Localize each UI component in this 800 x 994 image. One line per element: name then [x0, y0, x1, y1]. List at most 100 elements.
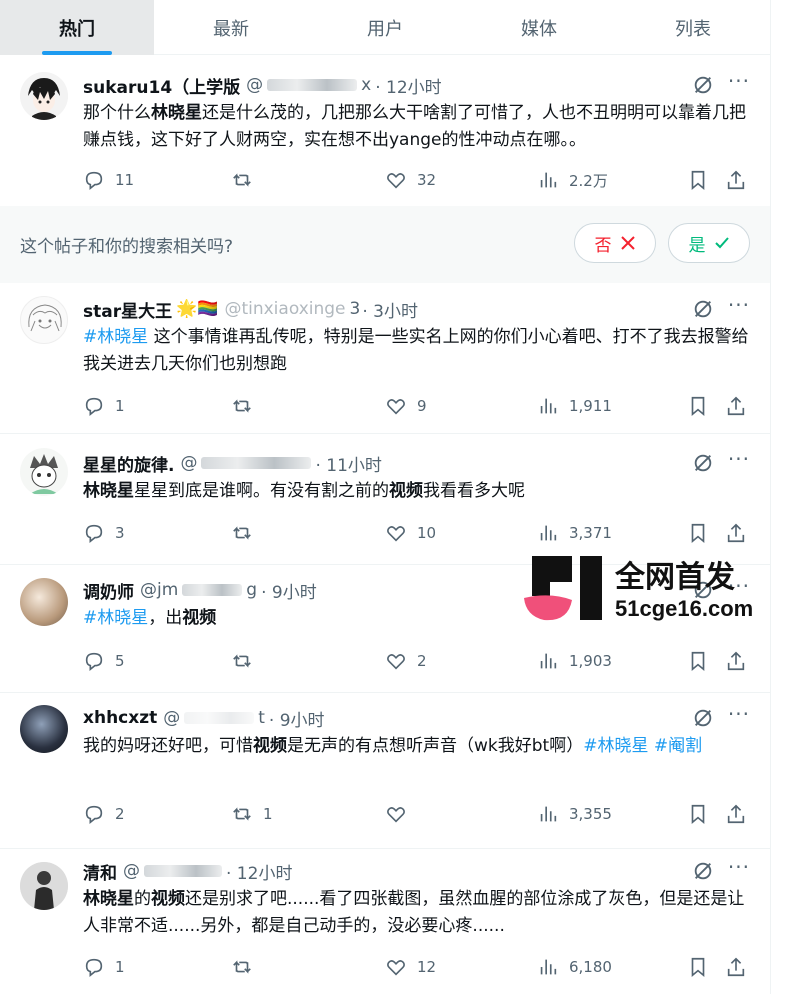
like-button[interactable]: 10 [385, 520, 436, 546]
more-icon[interactable]: ··· [728, 704, 750, 727]
bookmark-icon [691, 396, 705, 417]
reply-button[interactable]: 1 [83, 393, 125, 419]
repost-button[interactable] [231, 393, 263, 419]
more-icon[interactable]: ··· [728, 295, 750, 318]
share-button[interactable] [725, 520, 757, 546]
survey-no-button[interactable]: 否 [574, 223, 656, 263]
handle[interactable]: @ [163, 708, 180, 728]
like-button[interactable]: 12 [385, 954, 436, 980]
bookmark-button[interactable] [687, 520, 719, 546]
reply-count: 3 [115, 524, 125, 542]
tab-label: 列表 [675, 18, 711, 40]
timestamp[interactable]: · 9小时 [261, 578, 317, 603]
views-button[interactable]: 3,371 [537, 520, 612, 546]
bookmark-button[interactable] [687, 393, 719, 419]
like-button[interactable]: 9 [385, 393, 427, 419]
timestamp[interactable]: · 3小时 [362, 297, 418, 322]
handle[interactable]: @ [246, 75, 263, 95]
tab-users[interactable]: 用户 [308, 0, 462, 55]
avatar[interactable] [20, 72, 68, 120]
post-text: 林晓星星星到底是谁啊。有没有割之前的视频我看看多大呢 [83, 478, 750, 505]
handle[interactable]: @jm [140, 580, 178, 600]
reply-button[interactable]: 1 [83, 954, 125, 980]
post[interactable]: sukaru14（上学版 @ x · 12小时 ··· 那个什么林晓星还是什么茂的… [0, 55, 770, 206]
share-button[interactable] [725, 167, 757, 193]
post-header: xhhcxzt @ t · 9小时 ··· [83, 704, 750, 731]
timestamp[interactable]: · 12小时 [226, 859, 292, 884]
survey-no-label: 否 [594, 235, 612, 256]
like-button[interactable] [385, 801, 417, 827]
handle[interactable]: @tinxiaoxinge [224, 299, 345, 319]
repost-icon [233, 399, 251, 413]
repost-button[interactable] [231, 167, 263, 193]
repost-button[interactable]: 1 [231, 801, 273, 827]
hashtag-link[interactable]: #阉割 [654, 736, 702, 756]
post[interactable]: star星大王 🌟🏳️‍🌈 @tinxiaoxinge 3 · 3小时 ··· … [0, 283, 770, 433]
hashtag-link[interactable]: #林晓星 [583, 736, 648, 756]
post[interactable]: 星星的旋律. @ · 11小时 ··· 林晓星星星到底是谁啊。有没有割之前的视频… [0, 434, 770, 564]
grok-icon[interactable] [692, 74, 714, 96]
hashtag-link[interactable]: #林晓星 [83, 608, 148, 628]
share-button[interactable] [725, 801, 757, 827]
repost-icon [233, 960, 251, 974]
like-button[interactable]: 32 [385, 167, 436, 193]
views-button[interactable]: 6,180 [537, 954, 612, 980]
tab-lists[interactable]: 列表 [616, 0, 770, 55]
share-button[interactable] [725, 648, 757, 674]
views-button[interactable]: 3,355 [537, 801, 612, 827]
more-icon[interactable]: ··· [728, 449, 750, 472]
share-button[interactable] [725, 393, 757, 419]
reply-button[interactable]: 5 [83, 648, 125, 674]
avatar[interactable] [20, 296, 68, 344]
display-name[interactable]: 清和 [83, 859, 117, 884]
post[interactable]: xhhcxzt @ t · 9小时 ··· 我的妈呀还好吧，可惜视频是无声的有点想… [0, 693, 770, 848]
bookmark-button[interactable] [687, 648, 719, 674]
avatar[interactable] [20, 862, 68, 910]
highlighted-keyword: 林晓星 [83, 889, 134, 909]
timestamp[interactable]: · 12小时 [375, 73, 441, 98]
avatar[interactable] [20, 578, 68, 626]
reply-button[interactable]: 3 [83, 520, 125, 546]
post-header: 清和 @ · 12小时 ··· [83, 857, 750, 884]
post[interactable]: 清和 @ · 12小时 ··· 林晓星的视频还是别求了吧......看了四张截图… [0, 849, 770, 994]
grok-icon[interactable] [692, 707, 714, 729]
avatar[interactable] [20, 448, 68, 496]
tab-media[interactable]: 媒体 [462, 0, 616, 55]
handle-end: t [258, 708, 265, 728]
tab-hot[interactable]: 热门 [0, 0, 154, 55]
display-name[interactable]: star星大王 [83, 297, 172, 322]
hashtag-link[interactable]: #林晓星 [83, 327, 148, 347]
watermark-logo [524, 556, 602, 621]
reply-button[interactable]: 11 [83, 167, 134, 193]
repost-button[interactable] [231, 520, 263, 546]
more-icon[interactable]: ··· [728, 857, 750, 880]
handle[interactable]: @ [123, 861, 140, 881]
views-button[interactable]: 2.2万 [537, 167, 608, 193]
views-button[interactable]: 1,911 [537, 393, 612, 419]
display-name[interactable]: sukaru14（上学版 [83, 73, 240, 98]
grok-icon[interactable] [692, 298, 714, 320]
handle[interactable]: @ [180, 453, 197, 473]
views-button[interactable]: 1,903 [537, 648, 612, 674]
reply-button[interactable]: 2 [83, 801, 125, 827]
display-name[interactable]: 星星的旋律. [83, 451, 174, 476]
bookmark-button[interactable] [687, 954, 719, 980]
survey-question: 这个帖子和你的搜索相关吗? [20, 237, 234, 257]
grok-icon[interactable] [692, 860, 714, 882]
repost-button[interactable] [231, 954, 263, 980]
share-button[interactable] [725, 954, 757, 980]
bookmark-button[interactable] [687, 167, 719, 193]
grok-icon[interactable] [692, 452, 714, 474]
more-icon[interactable]: ··· [728, 71, 750, 94]
survey-yes-button[interactable]: 是 [668, 223, 750, 263]
bookmark-button[interactable] [687, 801, 719, 827]
tab-latest[interactable]: 最新 [154, 0, 308, 55]
like-button[interactable]: 2 [385, 648, 427, 674]
avatar[interactable] [20, 705, 68, 753]
like-count: 12 [417, 958, 437, 976]
timestamp[interactable]: · 11小时 [315, 451, 381, 476]
display-name[interactable]: xhhcxzt [83, 708, 157, 728]
repost-button[interactable] [231, 648, 263, 674]
display-name[interactable]: 调奶师 [83, 578, 134, 603]
timestamp[interactable]: · 9小时 [269, 706, 325, 731]
